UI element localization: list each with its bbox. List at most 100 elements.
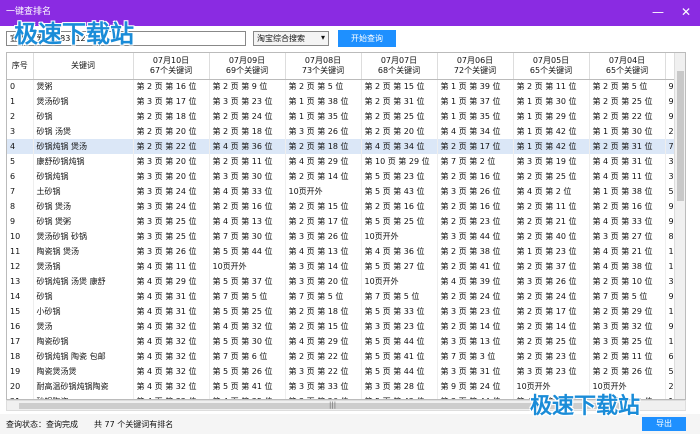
column-header-subtitle: 73个关键词 [301, 65, 345, 75]
table-cell: 煲粥 [33, 79, 134, 94]
table-row[interactable]: 11 陶瓷锅 煲汤第 3 页 第 26 位第 5 页 第 44 位第 4 页 第 … [7, 244, 685, 259]
table-row[interactable]: 9 砂锅 煲粥第 3 页 第 25 位第 4 页 第 13 位第 2 页 第 17… [7, 214, 685, 229]
export-button[interactable]: 导出 [642, 417, 686, 431]
table-row[interactable]: 18 砂锅炖锅 陶瓷 包邮第 4 页 第 32 位第 7 页 第 6 位第 2 页… [7, 349, 685, 364]
table-cell: 第 3 页 第 22 位 [285, 364, 362, 379]
table-cell: 第 2 页 第 31 位 [589, 139, 666, 154]
column-header[interactable]: 07月10日 67个关键词 [133, 53, 210, 80]
column-header[interactable]: 关键词 [33, 53, 134, 80]
ranking-table: 序号 关键词 07月10日 67个关键词 07月09日 69个关键词 07月08日 73个关键… [7, 53, 685, 399]
table-row[interactable]: 14 砂锅第 4 页 第 31 位第 7 页 第 5 位第 7 页 第 5 位第 … [7, 289, 685, 304]
table-cell: 第 2 页 第 14 位 [285, 169, 362, 184]
table-cell: 第 3 页 第 27 位 [589, 229, 666, 244]
minimize-button[interactable]: — [644, 0, 672, 26]
table-row[interactable]: 2 砂锅第 2 页 第 18 位第 2 页 第 24 位第 1 页 第 35 位第… [7, 109, 685, 124]
table-row[interactable]: 8 砂锅 煲汤第 3 页 第 24 位第 2 页 第 16 位第 2 页 第 15… [7, 199, 685, 214]
table-cell: 砂锅 [33, 109, 134, 124]
table-cell: 第 5 页 第 41 位 [361, 349, 438, 364]
table-cell: 第 5 页 第 25 位 [361, 214, 438, 229]
vertical-scrollbar[interactable] [674, 53, 685, 399]
table-cell: 第 5 页 第 43 位 [361, 184, 438, 199]
table-cell: 10页开外 [361, 229, 438, 244]
table-cell: 第 9 页 第 24 位 [437, 379, 514, 394]
table-cell: 第 4 页 第 11 位 [589, 169, 666, 184]
column-header-subtitle: 69个关键词 [225, 65, 269, 75]
table-cell: 6 [7, 169, 34, 184]
table-row[interactable]: 13 砂锅炖锅 汤煲 康舒第 4 页 第 29 位第 5 页 第 37 位第 3 … [7, 274, 685, 289]
table-cell: 第 5 页 第 30 位 [209, 334, 286, 349]
table-cell: 10页开外 [361, 274, 438, 289]
table-cell: 第 2 页 第 11 位 [513, 79, 590, 94]
table-cell: 第 3 页 第 30 位 [209, 169, 286, 184]
column-header[interactable]: 07月09日 69个关键词 [209, 53, 286, 80]
table-cell: 第 4 页 第 2 位 [513, 184, 590, 199]
table-row[interactable]: 0 煲粥第 2 页 第 16 位第 2 页 第 9 位第 2 页 第 5 位第 2… [7, 79, 685, 94]
window-controls: — ✕ [644, 0, 700, 26]
table-cell: 第 7 页 第 5 位 [209, 289, 286, 304]
table-cell: 砂锅炖锅 煲汤 [33, 139, 134, 154]
table-cell: 第 2 页 第 23 位 [513, 349, 590, 364]
search-engine-value: 淘宝综合搜索 [257, 34, 305, 43]
table-cell: 第 3 页 第 44 位 [437, 229, 514, 244]
table-cell: 第 3 页 第 23 位 [437, 304, 514, 319]
table-cell: 第 4 页 第 31 位 [133, 289, 210, 304]
table-cell: 第 4 页 第 21 位 [589, 244, 666, 259]
table-cell: 第 2 页 第 24 位 [437, 289, 514, 304]
table-cell: 第 3 页 第 17 位 [133, 94, 210, 109]
table-cell: 第 4 页 第 36 位 [209, 139, 286, 154]
table-row[interactable]: 10 煲汤砂锅 砂锅第 3 页 第 25 位第 7 页 第 30 位第 3 页 第… [7, 229, 685, 244]
table-cell: 第 3 页 第 13 位 [437, 334, 514, 349]
table-cell: 第 2 页 第 18 位 [285, 139, 362, 154]
table-row[interactable]: 7 土砂锅第 3 页 第 24 位第 4 页 第 33 位 10页开外第 5 页 第… [7, 184, 685, 199]
column-header-subtitle: 65个关键词 [605, 65, 649, 75]
vertical-scroll-thumb[interactable] [677, 71, 684, 201]
horizontal-scroll-thumb[interactable] [19, 403, 619, 409]
table-cell: 第 2 页 第 17 位 [285, 214, 362, 229]
table-cell: 10页开外 [285, 184, 362, 199]
table-cell: 第 1 页 第 35 位 [437, 109, 514, 124]
column-header[interactable]: 07月07日 68个关键词 [361, 53, 438, 80]
table-cell: 第 3 页 第 26 位 [437, 184, 514, 199]
table-cell: 8 [7, 199, 34, 214]
start-query-button[interactable]: 开始查询 [338, 30, 396, 47]
table-cell: 第 4 页 第 32 位 [133, 319, 210, 334]
table-cell: 0 [7, 79, 34, 94]
table-cell: 砂锅 汤煲 [33, 124, 134, 139]
table-row[interactable]: 1 煲汤砂锅第 3 页 第 17 位第 3 页 第 23 位第 1 页 第 38 … [7, 94, 685, 109]
table-cell: 第 2 页 第 15 位 [285, 319, 362, 334]
query-status: 查询状态：查询完成 [6, 420, 78, 429]
chevron-down-icon: ▾ [320, 33, 325, 42]
table-cell: 第 2 页 第 17 位 [437, 139, 514, 154]
search-engine-select[interactable]: 淘宝综合搜索 ▾ [253, 31, 329, 46]
table-row[interactable]: 17 陶瓷砂锅第 4 页 第 32 位第 5 页 第 30 位第 4 页 第 29… [7, 334, 685, 349]
close-button[interactable]: ✕ [672, 0, 700, 26]
table-row[interactable]: 3 砂锅 汤煲第 2 页 第 20 位第 2 页 第 18 位第 3 页 第 26… [7, 124, 685, 139]
table-row[interactable]: 19 陶瓷煲汤煲第 4 页 第 32 位第 5 页 第 26 位第 3 页 第 2… [7, 364, 685, 379]
table-cell: 砂锅炖锅 汤煲 康舒 [33, 274, 134, 289]
table-row[interactable]: 5 康舒砂锅炖锅第 3 页 第 20 位第 2 页 第 11 位第 4 页 第 2… [7, 154, 685, 169]
table-cell: 第 2 页 第 16 位 [589, 199, 666, 214]
table-row[interactable]: 15 小砂锅第 4 页 第 31 位第 5 页 第 25 位第 2 页 第 18 … [7, 304, 685, 319]
table-cell: 第 3 页 第 31 位 [437, 364, 514, 379]
table-cell: 第 1 页 第 42 位 [513, 139, 590, 154]
table-cell: 第 3 页 第 26 位 [285, 229, 362, 244]
table-cell: 第 3 页 第 26 位 [513, 274, 590, 289]
column-header[interactable]: 07月06日 72个关键词 [437, 53, 514, 80]
table-cell: 土砂锅 [33, 184, 134, 199]
column-header[interactable]: 07月05日 65个关键词 [513, 53, 590, 80]
table-row[interactable]: 12 煲汤锅第 4 页 第 11 位 10页开外第 3 页 第 14 位第 5 页 … [7, 259, 685, 274]
table-cell: 第 2 页 第 16 位 [437, 169, 514, 184]
table-row[interactable]: 6 砂锅炖锅第 3 页 第 20 位第 3 页 第 30 位第 2 页 第 14 … [7, 169, 685, 184]
column-header[interactable]: 序号 [7, 53, 34, 80]
table-row[interactable]: 4 砂锅炖锅 煲汤第 2 页 第 22 位第 4 页 第 36 位第 2 页 第 … [7, 139, 685, 154]
table-row[interactable]: 16 煲汤第 4 页 第 32 位第 4 页 第 32 位第 2 页 第 15 位… [7, 319, 685, 334]
table-cell: 第 7 页 第 5 位 [285, 289, 362, 304]
column-header[interactable]: 07月04日 65个关键词 [589, 53, 666, 80]
table-cell: 第 4 页 第 33 位 [589, 214, 666, 229]
table-cell: 4 [7, 139, 34, 154]
watermark-logo: 极速下载站 [14, 20, 134, 48]
table-cell: 第 2 页 第 16 位 [209, 199, 286, 214]
column-header[interactable]: 07月08日 73个关键词 [285, 53, 362, 80]
table-cell: 20 [7, 379, 34, 394]
table-cell: 第 5 页 第 25 位 [209, 304, 286, 319]
